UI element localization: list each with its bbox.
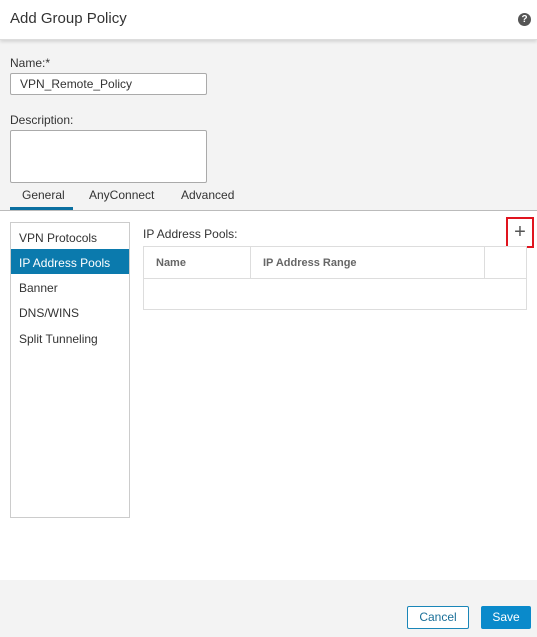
active-tab-indicator: [10, 207, 73, 210]
name-label: Name:*: [10, 56, 51, 70]
help-icon[interactable]: ?: [518, 13, 531, 26]
ip-address-pools-label: IP Address Pools:: [143, 227, 238, 241]
nav-item-split-tunneling[interactable]: Split Tunneling: [11, 325, 129, 350]
dialog-title: Add Group Policy: [10, 10, 127, 27]
general-form: [0, 40, 537, 211]
plus-icon: +: [514, 221, 526, 243]
name-input[interactable]: [10, 73, 207, 95]
cancel-button[interactable]: Cancel: [407, 606, 469, 629]
add-pool-button[interactable]: +: [506, 217, 534, 248]
save-button[interactable]: Save: [481, 606, 531, 629]
nav-item-dns-wins[interactable]: DNS/WINS: [11, 299, 129, 324]
nav-item-vpn-protocols[interactable]: VPN Protocols: [11, 224, 129, 249]
description-textarea[interactable]: [10, 130, 207, 183]
dialog-header: Add Group Policy ?: [0, 0, 537, 40]
column-header-ip-range[interactable]: IP Address Range: [251, 247, 485, 279]
tab-general[interactable]: General: [22, 188, 65, 202]
nav-item-banner[interactable]: Banner: [11, 274, 129, 299]
table-empty-row: [144, 279, 526, 309]
tab-advanced[interactable]: Advanced: [181, 188, 234, 202]
table-header-row: Name IP Address Range: [144, 247, 526, 279]
column-header-name[interactable]: Name: [144, 247, 251, 279]
section-nav: VPN Protocols IP Address Pools Banner DN…: [10, 222, 130, 518]
description-label: Description:: [10, 113, 74, 127]
ip-pools-table: Name IP Address Range: [143, 246, 527, 310]
nav-item-ip-address-pools[interactable]: IP Address Pools: [11, 249, 129, 274]
tab-anyconnect[interactable]: AnyConnect: [89, 188, 154, 202]
